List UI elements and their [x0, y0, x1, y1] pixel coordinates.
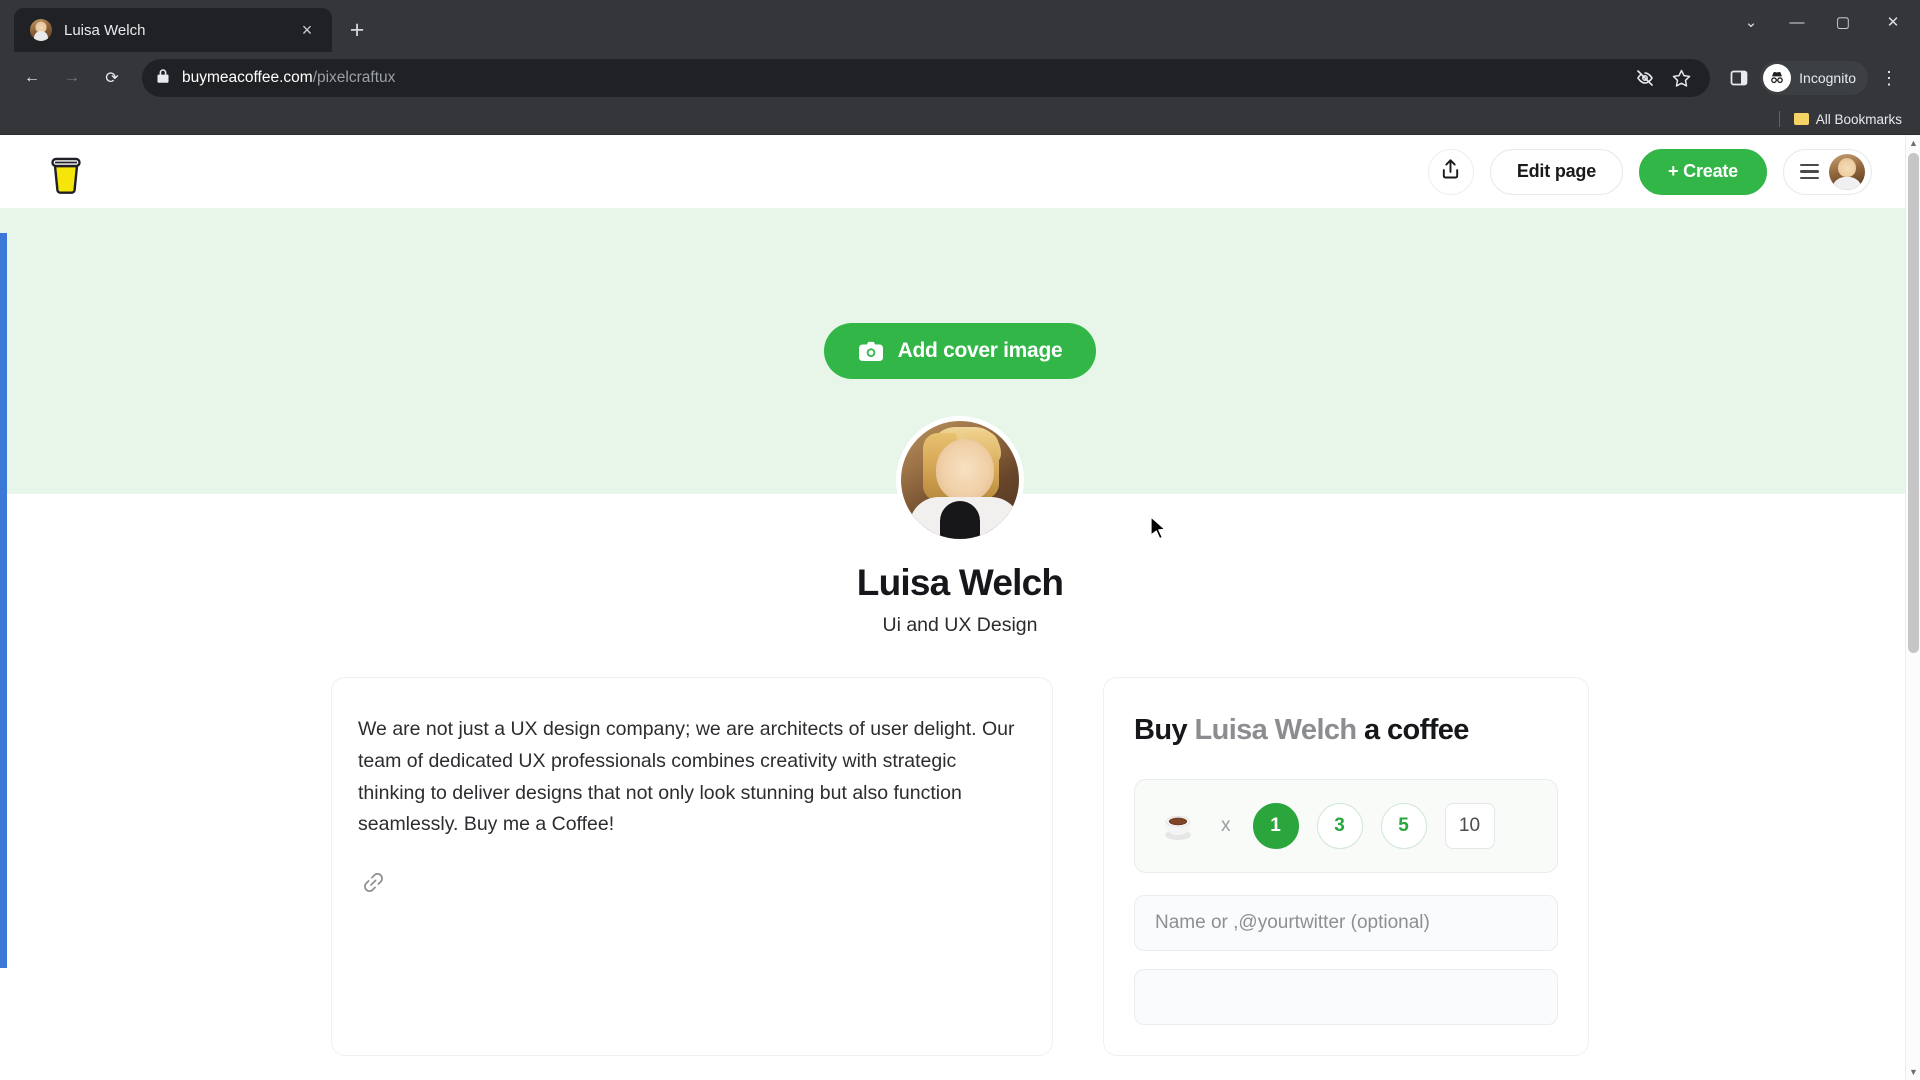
- page-focus-indicator: [0, 233, 7, 968]
- scroll-down-arrow[interactable]: ▼: [1906, 1064, 1920, 1080]
- star-icon[interactable]: [1666, 63, 1696, 93]
- reload-button[interactable]: ⟳: [94, 60, 130, 96]
- main-content: We are not just a UX design company; we …: [0, 637, 1920, 1056]
- browser-window: Luisa Welch × + ⌄ — ▢ ✕ ← → ⟳ buymeacoff…: [0, 0, 1920, 1080]
- account-menu-button[interactable]: [1783, 148, 1872, 195]
- bio-card: We are not just a UX design company; we …: [331, 677, 1053, 1056]
- omnibox-actions: [1630, 63, 1696, 93]
- camera-icon: [858, 340, 884, 362]
- avatar: [1829, 153, 1865, 190]
- maximize-button[interactable]: ▢: [1820, 0, 1866, 44]
- profile-tagline: Ui and UX Design: [882, 614, 1038, 636]
- buy-title-prefix: Buy: [1134, 714, 1188, 746]
- page-scrollbar[interactable]: ▲ ▼: [1905, 135, 1920, 1080]
- folder-icon: [1793, 113, 1809, 125]
- bookmarks-divider: [1778, 111, 1780, 127]
- restore-caret-icon[interactable]: ⌄: [1728, 0, 1774, 44]
- quantity-option-3[interactable]: 3: [1316, 803, 1363, 849]
- quantity-option-5[interactable]: 5: [1380, 803, 1427, 849]
- create-button[interactable]: + Create: [1639, 148, 1767, 195]
- lock-icon: [156, 68, 170, 89]
- profile-chip[interactable]: Incognito: [1760, 61, 1868, 95]
- url-domain: buymeacoffee.com: [182, 69, 313, 86]
- forward-button: →: [64, 69, 80, 86]
- close-tab-icon[interactable]: ×: [294, 17, 320, 43]
- avatar-shirt: [940, 501, 980, 539]
- new-tab-button[interactable]: +: [338, 11, 376, 49]
- header-actions: Edit page + Create: [1427, 148, 1872, 195]
- edit-page-button[interactable]: Edit page: [1489, 148, 1624, 195]
- share-icon: [1440, 158, 1461, 185]
- multiplier-symbol: x: [1221, 815, 1231, 836]
- mouse-cursor: [1150, 516, 1168, 547]
- browser-tab[interactable]: Luisa Welch ×: [14, 8, 332, 52]
- quantity-custom-input[interactable]: 10: [1444, 803, 1495, 849]
- browser-menu-button[interactable]: ⋮: [1872, 61, 1906, 95]
- hamburger-icon: [1800, 163, 1819, 180]
- address-bar[interactable]: buymeacoffee.com/pixelcraftux: [142, 59, 1711, 97]
- supporter-message-input[interactable]: [1134, 969, 1558, 1025]
- buy-title-name: Luisa Welch: [1194, 714, 1357, 746]
- url-text: buymeacoffee.com/pixelcraftux: [182, 69, 395, 87]
- link-icon[interactable]: [358, 867, 388, 897]
- tab-strip: Luisa Welch × + ⌄ — ▢ ✕: [0, 0, 1920, 52]
- quantity-option-1[interactable]: 1: [1252, 803, 1299, 849]
- tab-favicon-icon: [30, 19, 52, 41]
- buy-title-suffix: a coffee: [1364, 714, 1469, 746]
- avatar-face: [936, 439, 994, 501]
- scroll-up-arrow[interactable]: ▲: [1906, 135, 1920, 151]
- profile-avatar[interactable]: [896, 416, 1024, 544]
- back-button[interactable]: ←: [14, 60, 50, 96]
- bio-links: [358, 867, 1022, 897]
- side-panel-icon[interactable]: [1722, 61, 1756, 95]
- buymeacoffee-logo-icon[interactable]: [46, 150, 86, 194]
- buy-coffee-card: Buy Luisa Welch a coffee x 1 3 5 10 Name…: [1103, 677, 1589, 1056]
- buy-card-title: Buy Luisa Welch a coffee: [1134, 714, 1558, 747]
- quantity-selector: x 1 3 5 10: [1134, 779, 1558, 873]
- add-cover-image-button[interactable]: Add cover image: [823, 323, 1097, 379]
- share-button[interactable]: [1427, 148, 1474, 195]
- add-cover-image-label: Add cover image: [897, 339, 1063, 362]
- tab-title: Luisa Welch: [64, 21, 146, 39]
- page-viewport: Edit page + Create Add cover image Luisa…: [0, 135, 1920, 1080]
- close-window-button[interactable]: ✕: [1866, 0, 1920, 44]
- eye-off-icon[interactable]: [1630, 63, 1660, 93]
- coffee-cup-icon: [1157, 805, 1199, 847]
- bookmarks-bar: All Bookmarks: [0, 104, 1920, 135]
- bio-text: We are not just a UX design company; we …: [358, 718, 1015, 836]
- scrollbar-thumb[interactable]: [1908, 153, 1919, 653]
- browser-toolbar: ← → ⟳ buymeacoffee.com/pixelcraftux Inco…: [0, 52, 1920, 104]
- site-header: Edit page + Create: [0, 135, 1920, 208]
- all-bookmarks-button[interactable]: All Bookmarks: [1788, 109, 1908, 130]
- incognito-icon: [1763, 64, 1792, 92]
- window-controls: ⌄ — ▢ ✕: [1728, 0, 1920, 44]
- profile-section: Luisa Welch Ui and UX Design: [0, 416, 1920, 637]
- url-path: /pixelcraftux: [312, 69, 396, 86]
- profile-label: Incognito: [1799, 70, 1856, 86]
- supporter-name-input[interactable]: Name or ,@yourtwitter (optional): [1134, 895, 1558, 951]
- minimize-button[interactable]: —: [1774, 0, 1820, 44]
- all-bookmarks-label: All Bookmarks: [1815, 111, 1902, 127]
